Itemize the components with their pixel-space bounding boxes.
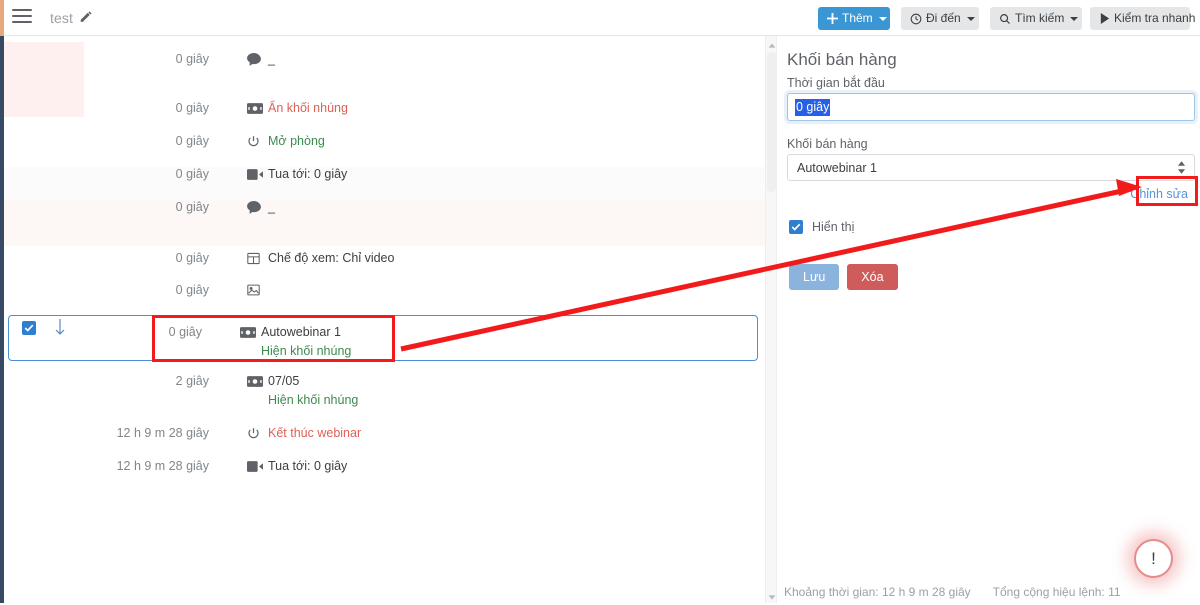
row-time: 0 giây	[175, 134, 209, 148]
start-time-label: Thời gian bắt đầu	[787, 76, 885, 90]
add-button-label: Thêm	[842, 11, 873, 25]
play-icon	[1099, 13, 1110, 24]
goto-button-label: Đi đến	[926, 11, 961, 25]
save-button[interactable]: Lưu	[789, 264, 840, 290]
row-sublabel[interactable]: Hiện khối nhúng	[261, 344, 351, 358]
row-label: 07/05	[268, 374, 300, 388]
video-icon	[247, 460, 263, 474]
table-row[interactable]: 0 giây Tua tới: 0 giây	[4, 167, 765, 200]
search-button-label: Tìm kiếm	[1015, 11, 1065, 25]
scroll-down-icon[interactable]	[767, 590, 777, 600]
row-time: 0 giây	[175, 52, 209, 66]
row-time: 0 giây	[175, 251, 209, 265]
row-time: 2 giây	[175, 374, 209, 388]
banner-icon	[240, 326, 256, 341]
sales-block-label: Khối bán hàng	[787, 137, 868, 151]
status-bar: Khoảng thời gian: 12 h 9 m 28 giây Tổng …	[777, 581, 1200, 603]
table-row[interactable]: 12 h 9 m 28 giây Tua tới: 0 giây	[4, 459, 765, 492]
layout-icon	[247, 252, 263, 266]
edit-link[interactable]: Chỉnh sửa	[1130, 187, 1188, 201]
banner-icon	[247, 102, 263, 116]
goto-button[interactable]: Đi đến	[901, 7, 979, 30]
scrollbar-thumb[interactable]	[767, 52, 776, 192]
delete-button[interactable]: Xóa	[847, 264, 898, 290]
table-row[interactable]: 12 h 9 m 28 giây Kết thúc webinar	[4, 426, 765, 459]
orange-accent-sliver	[0, 0, 4, 36]
row-select-checkbox[interactable]	[22, 321, 36, 335]
top-toolbar: test Thêm Đi đến Tìm kiếm Kiểm tra nhanh	[0, 0, 1200, 36]
power-icon	[247, 135, 263, 149]
alert-button[interactable]: !	[1134, 539, 1173, 578]
power-icon	[247, 427, 263, 441]
chevron-down-icon	[1070, 16, 1079, 21]
quick-check-button[interactable]: Kiểm tra nhanh	[1090, 7, 1195, 30]
table-row[interactable]: 0 giây	[4, 283, 765, 315]
row-time: 12 h 9 m 28 giây	[116, 459, 209, 473]
row-time: 0 giây	[175, 283, 209, 297]
arrow-down-icon[interactable]	[54, 318, 68, 338]
plus-icon	[827, 13, 838, 24]
sales-block-value: Autowebinar 1	[797, 161, 877, 175]
table-row[interactable]: 0 giây _	[4, 200, 765, 246]
table-row[interactable]: 0 giây Chế độ xem: Chỉ video	[4, 251, 765, 283]
row-time: 0 giây	[168, 325, 202, 339]
visibility-checkbox-row[interactable]: Hiển thị	[789, 220, 1192, 234]
row-label: Ẩn khối nhúng	[268, 101, 348, 115]
scroll-up-icon[interactable]	[767, 39, 777, 49]
comment-icon	[247, 201, 263, 215]
table-row[interactable]: 0 giây Mở phòng	[4, 134, 765, 167]
panel-title: Khối bán hàng	[787, 50, 897, 69]
pencil-icon[interactable]	[79, 10, 93, 24]
chevron-updown-icon	[1177, 161, 1186, 177]
table-row[interactable]: 0 giây Ẩn khối nhúng	[4, 101, 765, 134]
row-time: 0 giây	[175, 200, 209, 214]
row-label: Kết thúc webinar	[268, 426, 362, 440]
status-total-commands: Tổng cộng hiệu lệnh: 11	[992, 585, 1121, 599]
selected-timeline-row[interactable]: 0 giây Autowebinar 1 Hiện khối nhúng	[8, 315, 758, 361]
table-row[interactable]: 2 giây 07/05 Hiện khối nhúng	[4, 374, 765, 419]
page-title: test	[50, 10, 73, 26]
timeline-scrollbar[interactable]	[765, 36, 777, 603]
properties-panel: Khối bán hàng Thời gian bắt đầu 0 giây K…	[777, 36, 1200, 603]
row-label: _	[268, 52, 275, 66]
row-label: _	[268, 200, 275, 214]
clock-icon	[910, 13, 922, 25]
row-time: 0 giây	[175, 101, 209, 115]
chevron-down-icon	[966, 16, 975, 21]
video-icon	[247, 168, 263, 182]
row-time: 0 giây	[175, 167, 209, 181]
image-icon	[247, 284, 263, 298]
row-label: Mở phòng	[268, 134, 325, 148]
row-label: Tua tới: 0 giây	[268, 167, 348, 181]
add-button[interactable]: Thêm	[818, 7, 890, 30]
comment-icon	[247, 53, 263, 67]
table-row[interactable]: 0 giây _	[4, 52, 765, 97]
row-label: Chế độ xem: Chỉ video	[268, 251, 395, 265]
visibility-checkbox[interactable]	[789, 220, 803, 234]
search-button[interactable]: Tìm kiếm	[990, 7, 1082, 30]
chevron-down-icon	[878, 16, 887, 21]
status-duration: Khoảng thời gian: 12 h 9 m 28 giây	[784, 585, 971, 599]
search-icon	[999, 13, 1011, 25]
quick-check-button-label: Kiểm tra nhanh	[1114, 11, 1196, 25]
sales-block-select[interactable]: Autowebinar 1	[787, 154, 1195, 181]
visibility-checkbox-label: Hiển thị	[812, 220, 855, 234]
hamburger-icon[interactable]	[12, 9, 32, 27]
row-label: Tua tới: 0 giây	[268, 459, 348, 473]
row-sublabel[interactable]: Hiện khối nhúng	[268, 393, 358, 407]
row-label: Autowebinar 1	[261, 325, 341, 339]
start-time-input[interactable]: 0 giây	[787, 93, 1195, 121]
banner-icon	[247, 375, 263, 389]
start-time-value: 0 giây	[795, 99, 831, 116]
row-time: 12 h 9 m 28 giây	[116, 426, 209, 440]
